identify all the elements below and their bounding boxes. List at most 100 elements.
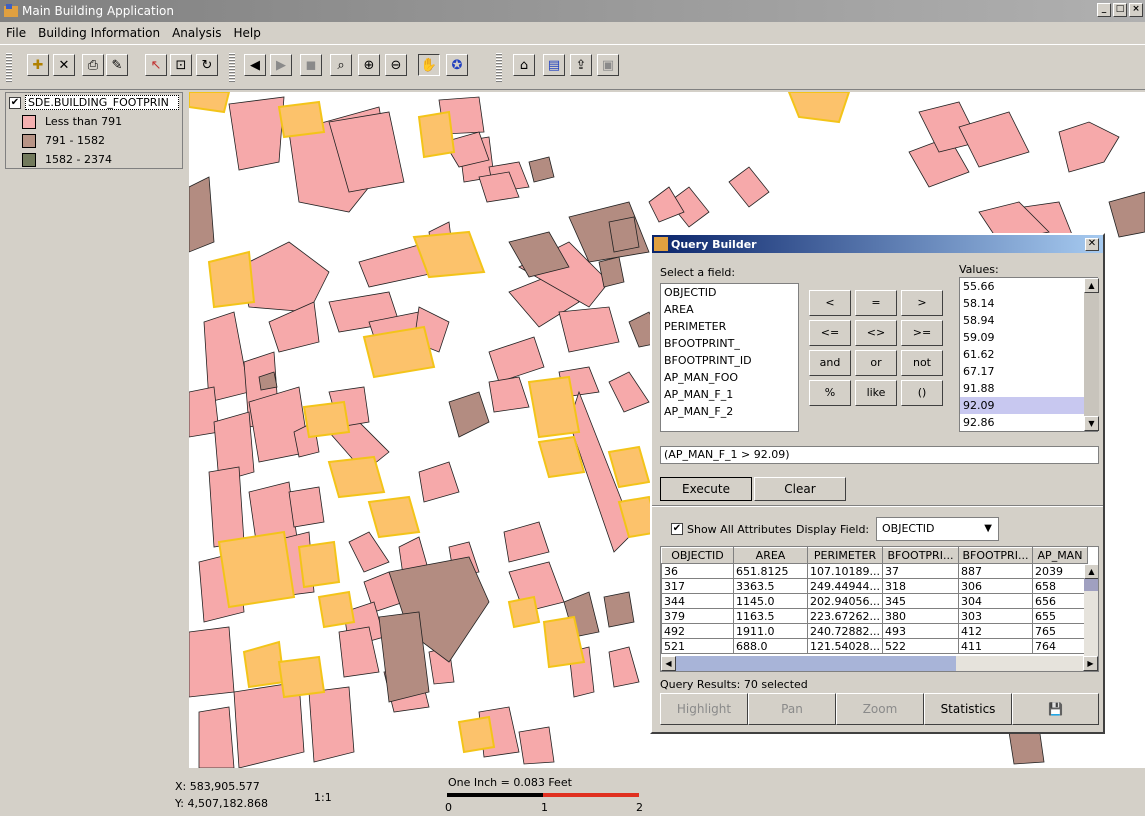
list-item[interactable]: AP_MAN_F_2 — [661, 403, 798, 420]
list-item-selected[interactable]: 92.09 — [960, 397, 1097, 414]
list-item[interactable]: OBJECTID — [661, 284, 798, 301]
show-all-checkbox[interactable]: ✔ — [671, 523, 683, 535]
list-item[interactable]: 58.94 — [960, 312, 1097, 329]
list-item[interactable]: 59.09 — [960, 329, 1097, 346]
lock-icon[interactable]: ▣ — [597, 54, 619, 76]
column-header[interactable]: OBJECTID — [661, 547, 734, 564]
scroll-thumb[interactable] — [676, 656, 956, 671]
results-table-container[interactable]: OBJECTID AREA PERIMETER BFOOTPRI... BFOO… — [660, 546, 1099, 672]
full-extent-icon[interactable]: ◼ — [300, 54, 322, 76]
menu-building-information[interactable]: Building Information — [38, 26, 160, 40]
op-greater-button[interactable]: > — [901, 290, 943, 316]
op-gte-button[interactable]: >= — [901, 320, 943, 346]
table-cell[interactable]: 764 — [1031, 638, 1088, 654]
table-cell[interactable]: 658 — [1031, 578, 1088, 594]
table-cell[interactable]: 1911.0 — [733, 623, 808, 639]
list-item[interactable]: 91.88 — [960, 380, 1097, 397]
save-button[interactable]: 💾 — [1012, 693, 1099, 725]
table-cell[interactable]: 2039 — [1031, 563, 1088, 579]
table-cell[interactable]: 240.72882... — [807, 623, 883, 639]
table-vscrollbar[interactable]: ▲ — [1084, 564, 1098, 656]
table-cell[interactable]: 521 — [661, 638, 734, 654]
table-cell[interactable]: 121.54028... — [807, 638, 883, 654]
field-list[interactable]: OBJECTID AREA PERIMETER BFOOTPRINT_ BFOO… — [660, 283, 799, 432]
pan-hand-icon[interactable]: ✋ — [418, 54, 440, 76]
scroll-right-icon[interactable]: ▶ — [1083, 656, 1098, 671]
list-item[interactable]: AP_MAN_F_1 — [661, 386, 798, 403]
column-header[interactable]: BFOOTPRI... — [957, 547, 1033, 564]
display-field-select[interactable]: OBJECTID ▼ — [876, 517, 999, 541]
scroll-thumb[interactable] — [1084, 293, 1099, 416]
op-neq-button[interactable]: <> — [855, 320, 897, 346]
table-cell[interactable]: 1145.0 — [733, 593, 808, 609]
report-icon[interactable]: ▤ — [543, 54, 565, 76]
op-less-button[interactable]: < — [809, 290, 851, 316]
op-and-button[interactable]: and — [809, 350, 851, 376]
list-item[interactable]: 92.86 — [960, 414, 1097, 431]
column-header[interactable]: AP_MAN — [1031, 547, 1088, 564]
menu-analysis[interactable]: Analysis — [172, 26, 221, 40]
table-hscrollbar[interactable]: ◀ ▶ — [661, 656, 1098, 671]
table-cell[interactable]: 655 — [1031, 608, 1088, 624]
zoom-box-icon[interactable]: ⌕ — [330, 54, 352, 76]
back-icon[interactable]: ◀ — [244, 54, 266, 76]
scroll-left-icon[interactable]: ◀ — [661, 656, 676, 671]
table-cell[interactable]: 306 — [957, 578, 1033, 594]
table-row[interactable]: 492 1911.0 240.72882... 493 412 765 — [661, 623, 1088, 639]
scroll-thumb[interactable] — [1084, 579, 1098, 591]
op-or-button[interactable]: or — [855, 350, 897, 376]
toolbar-grip[interactable] — [6, 53, 12, 83]
highlight-button[interactable]: Highlight — [660, 693, 748, 725]
op-percent-button[interactable]: % — [809, 380, 851, 406]
forward-icon[interactable]: ▶ — [270, 54, 292, 76]
table-row[interactable]: 379 1163.5 223.67262... 380 303 655 — [661, 608, 1088, 624]
menu-help[interactable]: Help — [234, 26, 261, 40]
list-item[interactable]: BFOOTPRINT_ — [661, 335, 798, 352]
table-row[interactable]: 521 688.0 121.54028... 522 411 764 — [661, 638, 1088, 654]
identify-icon[interactable]: ✪ — [446, 54, 468, 76]
chevron-down-icon[interactable]: ▼ — [984, 518, 992, 540]
building-info-icon[interactable]: ⌂ — [513, 54, 535, 76]
table-cell[interactable]: 522 — [881, 638, 959, 654]
dialog-title-bar[interactable]: Query Builder ✕ — [652, 235, 1103, 253]
column-header[interactable]: PERIMETER — [807, 547, 883, 564]
table-cell[interactable]: 411 — [957, 638, 1033, 654]
table-cell[interactable]: 304 — [957, 593, 1033, 609]
scroll-up-icon[interactable]: ▲ — [1084, 278, 1099, 293]
list-item[interactable]: BFOOTPRINT_ID — [661, 352, 798, 369]
results-table[interactable]: OBJECTID AREA PERIMETER BFOOTPRI... BFOO… — [661, 547, 1088, 654]
dialog-close-button[interactable]: ✕ — [1085, 238, 1099, 251]
list-item[interactable]: 67.17 — [960, 363, 1097, 380]
table-cell[interactable]: 688.0 — [733, 638, 808, 654]
statistics-button[interactable]: Statistics — [924, 693, 1012, 725]
scroll-up-icon[interactable]: ▲ — [1084, 564, 1098, 579]
execute-button[interactable]: Execute — [660, 477, 752, 501]
table-cell[interactable]: 303 — [957, 608, 1033, 624]
table-cell[interactable]: 3363.5 — [733, 578, 808, 594]
table-cell[interactable]: 318 — [881, 578, 959, 594]
clear-button[interactable]: Clear — [754, 477, 846, 501]
table-cell[interactable]: 202.94056... — [807, 593, 883, 609]
menu-file[interactable]: File — [6, 26, 26, 40]
maximize-button[interactable]: □ — [1113, 3, 1127, 17]
table-row[interactable]: 344 1145.0 202.94056... 345 304 656 — [661, 593, 1088, 609]
select-box-icon[interactable]: ⊡ — [170, 54, 192, 76]
values-list[interactable]: 55.66 58.14 58.94 59.09 61.62 67.17 91.8… — [959, 277, 1098, 432]
zoom-in-icon[interactable]: ⊕ — [358, 54, 380, 76]
op-like-button[interactable]: like — [855, 380, 897, 406]
op-equal-button[interactable]: = — [855, 290, 897, 316]
list-item[interactable]: 58.14 — [960, 295, 1097, 312]
table-cell[interactable]: 37 — [881, 563, 959, 579]
list-item[interactable]: 55.66 — [960, 278, 1097, 295]
table-cell[interactable]: 887 — [957, 563, 1033, 579]
op-lte-button[interactable]: <= — [809, 320, 851, 346]
table-cell[interactable]: 765 — [1031, 623, 1088, 639]
table-cell[interactable]: 656 — [1031, 593, 1088, 609]
add-layer-icon[interactable]: ✚ — [27, 54, 49, 76]
zoom-button[interactable]: Zoom — [836, 693, 924, 725]
pan-button[interactable]: Pan — [748, 693, 836, 725]
table-cell[interactable]: 36 — [661, 563, 734, 579]
table-cell[interactable]: 1163.5 — [733, 608, 808, 624]
select-arrow-icon[interactable]: ↖ — [145, 54, 167, 76]
table-cell[interactable]: 317 — [661, 578, 734, 594]
